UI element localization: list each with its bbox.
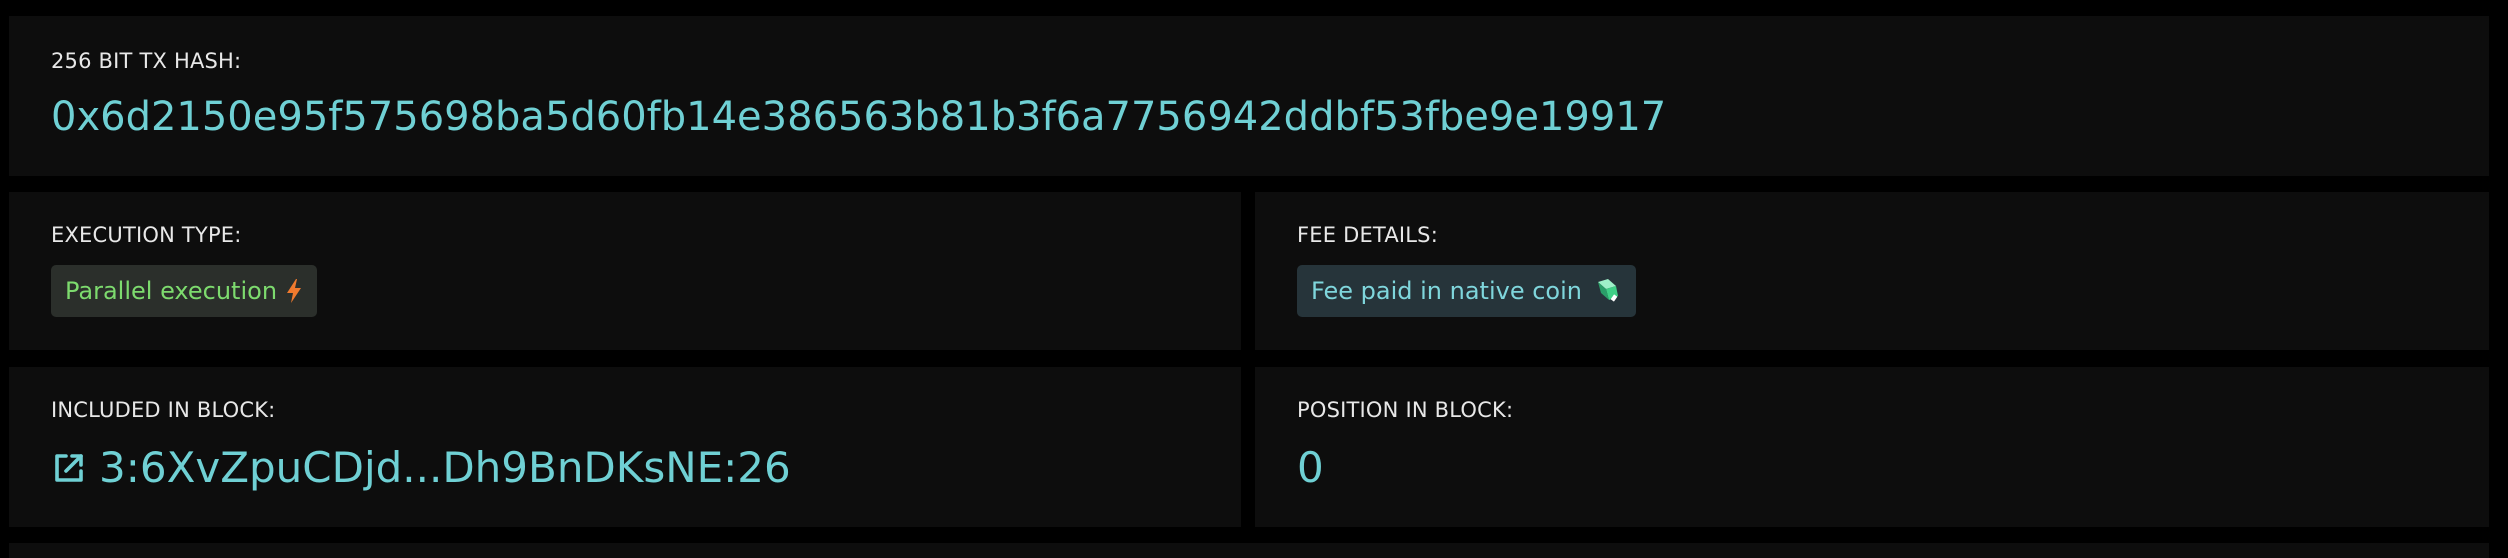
execution-type-card: EXECUTION TYPE: Parallel execution — [9, 192, 1241, 350]
position-in-block-value: 0 — [1297, 443, 1324, 492]
fee-details-card: FEE DETAILS: Fee paid in native coin — [1255, 192, 2489, 350]
tx-hash-card: 256 BIT TX HASH: 0x6d2150e95f575698ba5d6… — [9, 16, 2489, 176]
position-in-block-card: POSITION IN BLOCK: 0 — [1255, 367, 2489, 527]
lightning-icon — [285, 278, 303, 304]
fee-details-text: Fee paid in native coin — [1311, 277, 1582, 305]
included-in-block-card: INCLUDED IN BLOCK: 3:6XvZpuCDjd...Dh9BnD… — [9, 367, 1241, 527]
execution-type-label: EXECUTION TYPE: — [51, 223, 242, 247]
next-card-partial — [9, 543, 2489, 558]
fee-details-badge: Fee paid in native coin — [1297, 265, 1636, 317]
block-link[interactable]: 3:6XvZpuCDjd...Dh9BnDKsNE:26 — [51, 443, 791, 492]
execution-type-text: Parallel execution — [65, 277, 278, 305]
block-link-text[interactable]: 3:6XvZpuCDjd...Dh9BnDKsNE:26 — [99, 443, 791, 492]
execution-type-badge: Parallel execution — [51, 265, 318, 317]
fee-details-label: FEE DETAILS: — [1297, 223, 1438, 247]
position-in-block-label: POSITION IN BLOCK: — [1297, 398, 1514, 422]
external-link-icon — [51, 450, 87, 486]
native-coin-icon — [1594, 278, 1622, 304]
included-in-block-label: INCLUDED IN BLOCK: — [51, 398, 276, 422]
transaction-details: 256 BIT TX HASH: 0x6d2150e95f575698ba5d6… — [0, 0, 2508, 558]
tx-hash-value: 0x6d2150e95f575698ba5d60fb14e386563b81b3… — [51, 94, 1667, 140]
tx-hash-label: 256 BIT TX HASH: — [51, 49, 242, 73]
